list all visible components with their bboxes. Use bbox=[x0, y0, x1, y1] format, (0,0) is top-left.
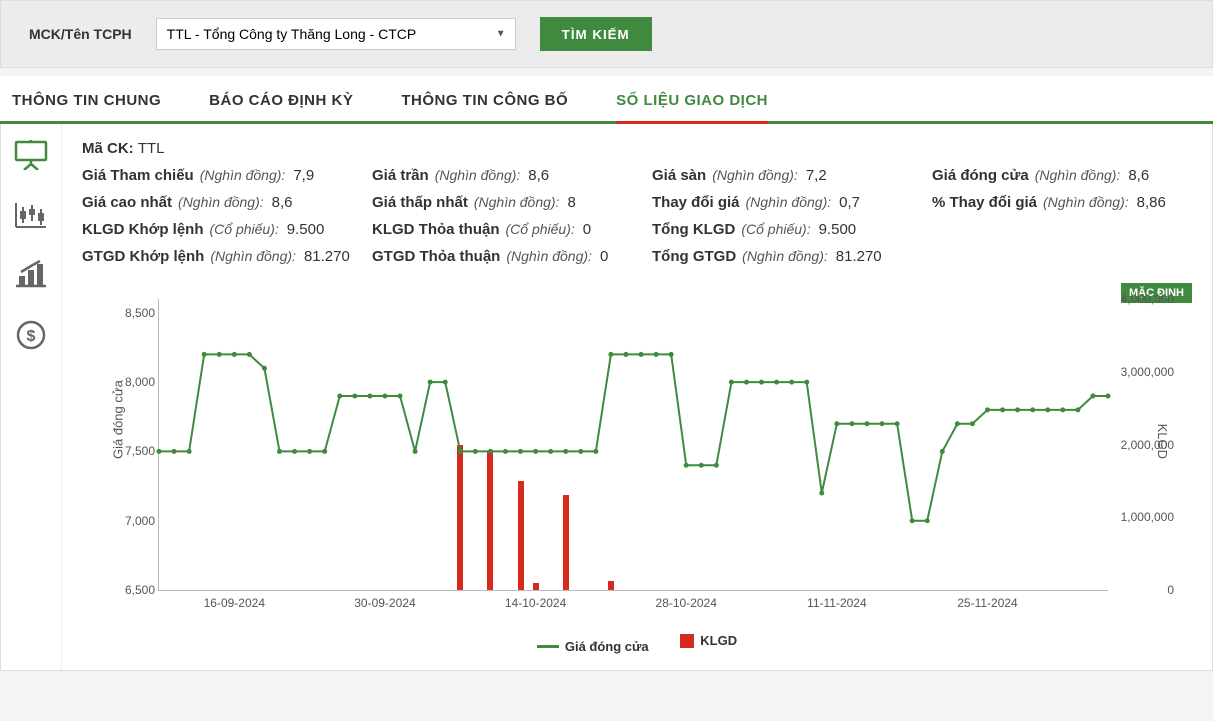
ytick-left: 7,500 bbox=[111, 444, 155, 458]
side-nav: $ bbox=[1, 124, 62, 670]
metric-12: GTGD Khớp lệnh(Nghìn đồng):81.270 bbox=[82, 248, 362, 265]
metric-2: Giá sàn(Nghìn đồng):7,2 bbox=[652, 167, 922, 184]
metric-4: Giá cao nhất(Nghìn đồng):8,6 bbox=[82, 194, 362, 211]
metric-0: Giá Tham chiếu(Nghìn đồng):7,9 bbox=[82, 167, 362, 184]
ytick-left: 6,500 bbox=[111, 583, 155, 597]
ytick-right: 3,000,000 bbox=[1112, 365, 1174, 379]
search-label: MCK/Tên TCPH bbox=[29, 26, 132, 42]
metric-14: Tổng GTGD(Nghìn đồng):81.270 bbox=[652, 248, 922, 265]
plot-area[interactable]: 6,5007,0007,5008,0008,50001,000,0002,000… bbox=[158, 299, 1108, 591]
ytick-right: 1,000,000 bbox=[1112, 510, 1174, 524]
ytick-left: 8,000 bbox=[111, 375, 155, 389]
ytick-right: 2,000,000 bbox=[1112, 438, 1174, 452]
metric-7: % Thay đổi giá(Nghìn đồng):8,86 bbox=[932, 194, 1192, 211]
line-swatch-icon bbox=[537, 645, 559, 648]
search-bar: MCK/Tên TCPH TTL - Tổng Công ty Thăng Lo… bbox=[0, 0, 1213, 68]
tabs: THÔNG TIN CHUNG BÁO CÁO ĐỊNH KỲ THÔNG TIN … bbox=[0, 76, 1213, 124]
metric-9: KLGD Thỏa thuận(Cổ phiếu):0 bbox=[372, 221, 642, 238]
mack-value: TTL bbox=[138, 140, 165, 157]
xtick: 25-11-2024 bbox=[957, 596, 1018, 610]
xtick: 30-09-2024 bbox=[354, 596, 415, 610]
candlestick-icon[interactable] bbox=[14, 201, 48, 232]
metric-15 bbox=[932, 248, 1192, 265]
legend-item-volume[interactable]: KLGD bbox=[680, 633, 737, 648]
legend: Giá đóng cửa KLGD bbox=[82, 633, 1192, 654]
tab-3[interactable]: SỐ LIỆU GIAO DỊCH bbox=[616, 76, 768, 124]
chart-wrap: MẶC ĐỊNH Giá đóng cửa KLGD 6,5007,0007,5… bbox=[82, 289, 1192, 654]
content: $ Mã CK: TTL Giá Tham chiếu(Nghìn đồng):… bbox=[0, 124, 1213, 671]
bar-chart-icon[interactable] bbox=[14, 260, 48, 291]
metric-10: Tổng KLGD(Cổ phiếu):9.500 bbox=[652, 221, 922, 238]
metric-13: GTGD Thỏa thuận(Nghìn đồng):0 bbox=[372, 248, 642, 265]
chart: Giá đóng cửa KLGD 6,5007,0007,5008,0008,… bbox=[112, 289, 1162, 629]
ytick-right: 0 bbox=[1112, 583, 1174, 597]
presentation-icon[interactable] bbox=[14, 140, 48, 173]
stock-select-wrap: TTL - Tổng Công ty Thăng Long - CTCP ▼ bbox=[156, 18, 516, 50]
main-panel: Mã CK: TTL Giá Tham chiếu(Nghìn đồng):7,… bbox=[62, 124, 1212, 670]
metric-8: KLGD Khớp lệnh(Cổ phiếu):9.500 bbox=[82, 221, 362, 238]
ytick-right: 4,000,000 bbox=[1112, 292, 1174, 306]
ytick-left: 7,000 bbox=[111, 514, 155, 528]
metric-1: Giá trần(Nghìn đồng):8,6 bbox=[372, 167, 642, 184]
metric-3: Giá đóng cửa(Nghìn đồng):8,6 bbox=[932, 167, 1192, 184]
ytick-left: 8,500 bbox=[111, 306, 155, 320]
tab-1[interactable]: BÁO CÁO ĐỊNH KỲ bbox=[209, 76, 353, 124]
xtick: 28-10-2024 bbox=[656, 596, 717, 610]
svg-text:$: $ bbox=[27, 328, 36, 345]
stock-select[interactable]: TTL - Tổng Công ty Thăng Long - CTCP bbox=[156, 18, 516, 50]
legend-item-price[interactable]: Giá đóng cửa bbox=[537, 639, 649, 654]
search-button[interactable]: TÌM KIẾM bbox=[540, 17, 652, 51]
metric-5: Giá thấp nhất(Nghìn đồng):8 bbox=[372, 194, 642, 211]
xtick: 14-10-2024 bbox=[505, 596, 566, 610]
xtick: 16-09-2024 bbox=[204, 596, 265, 610]
dollar-icon[interactable]: $ bbox=[15, 319, 47, 354]
info-grid: Giá Tham chiếu(Nghìn đồng):7,9 Giá trần(N… bbox=[82, 163, 1192, 269]
tab-2[interactable]: THÔNG TIN CÔNG BỐ bbox=[401, 76, 568, 124]
stock-code-row: Mã CK: TTL bbox=[82, 140, 1192, 157]
mack-label: Mã CK: bbox=[82, 140, 134, 157]
tab-0[interactable]: THÔNG TIN CHUNG bbox=[12, 76, 161, 124]
xtick: 11-11-2024 bbox=[807, 596, 867, 610]
metric-6: Thay đổi giá(Nghìn đồng):0,7 bbox=[652, 194, 922, 211]
box-swatch-icon bbox=[680, 634, 694, 648]
metric-11 bbox=[932, 221, 1192, 238]
